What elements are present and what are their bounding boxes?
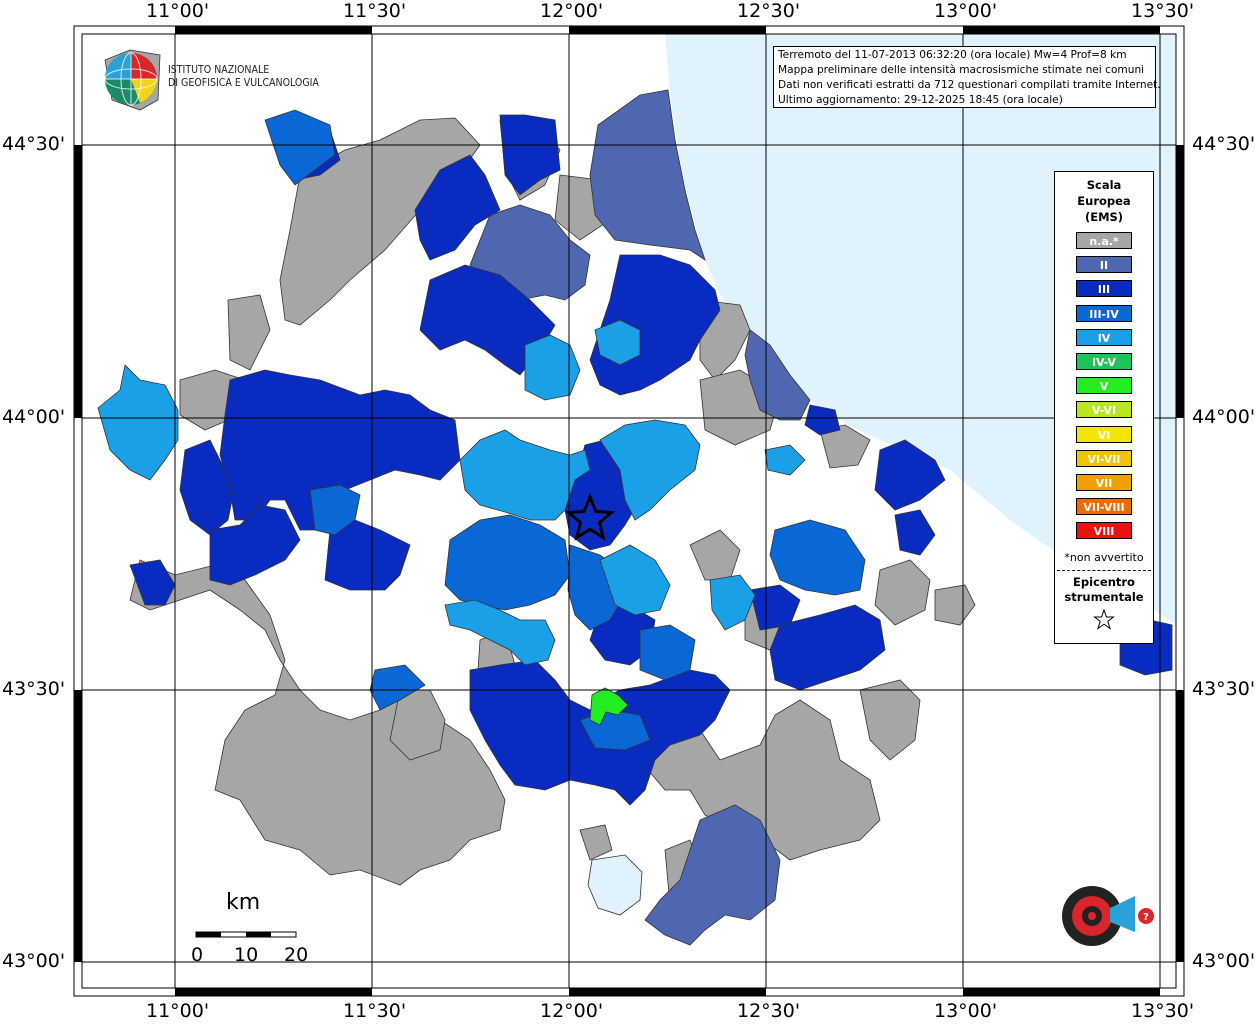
legend-swatch: VII [1076,473,1132,491]
institute-name: ISTITUTO NAZIONALE DI GEOFISICA E VULCAN… [168,64,319,90]
lon-label: 13°30' [1131,1000,1195,1022]
legend-swatch: n.a.* [1076,232,1132,249]
legend-swatch: VII-VIII [1076,498,1132,516]
event-info-line: Dati non verificati estratti da 712 ques… [778,79,1161,91]
legend-item: II [1055,256,1153,280]
legend-item: n.a.* [1055,232,1153,256]
star-icon [1093,608,1115,631]
legend-item: VI-VII [1055,449,1153,474]
lat-label: 43°30' [2,678,66,700]
lon-label: 12°00' [540,0,604,22]
globe-icon [104,52,158,106]
event-info-line: Terremoto del 11-07-2013 06:32:20 (ora l… [778,49,1127,61]
scale-tick: 20 [284,944,309,966]
lat-label: 44°30' [1192,133,1256,155]
scale-tick: 10 [234,944,259,966]
lat-label: 44°00' [1192,406,1256,428]
lon-label: 13°00' [934,1000,998,1022]
lat-label: 43°00' [1192,950,1256,972]
scale-bar: km 0 10 20 [190,890,310,970]
legend-swatch: II [1076,256,1132,274]
lon-label: 11°30' [343,0,407,22]
legend-swatch: VI-VII [1076,449,1132,467]
lon-label: 13°30' [1131,0,1195,22]
legend-swatch: IV [1076,328,1132,346]
legend-swatch: III [1076,280,1132,298]
legend-swatch: III-IV [1076,304,1132,322]
legend-item: III-IV [1055,304,1153,329]
lat-label: 44°00' [2,406,66,428]
lat-label: 43°00' [2,950,66,972]
legend-swatch: VIII [1076,522,1132,540]
legend-swatch: V-VI [1076,401,1132,419]
lon-label: 12°30' [737,0,801,22]
legend-item: IV [1055,328,1153,353]
event-info-box: Terremoto del 11-07-2013 06:32:20 (ora l… [773,46,1161,108]
legend-item: III [1055,280,1153,304]
scale-tick: 0 [191,944,204,966]
epicenter-legend-label: Epicentro strumentale [1064,575,1144,605]
event-info-line: Mappa preliminare delle intensità macros… [778,64,1145,76]
event-info-line: Ultimo aggiornamento: 29-12-2025 18:45 (… [778,94,1063,106]
institute-line1: ISTITUTO NAZIONALE [168,64,270,76]
haisentito-logo: ? [1030,860,1160,980]
svg-text:?: ? [1143,912,1149,923]
lon-label: 11°30' [343,1000,407,1022]
legend-item: IV-V [1055,352,1153,377]
lon-label: 13°00' [934,0,998,22]
legend-note: *non avvertito [1064,551,1144,565]
legend-item: VII-VIII [1055,498,1153,522]
lat-label: 44°30' [2,133,66,155]
legend-item: V-VI [1055,401,1153,425]
legend-swatch: VI [1076,425,1132,443]
lon-label: 11°00' [146,0,210,22]
lon-label: 11°00' [146,1000,210,1022]
lon-label: 12°30' [737,1000,801,1022]
legend-swatch: IV-V [1076,352,1132,370]
legend-item: V [1055,377,1153,401]
lat-label: 43°30' [1192,678,1256,700]
scale-unit: km [226,890,261,915]
institute-line2: DI GEOFISICA E VULCANOLOGIA [168,77,319,89]
legend-swatch: V [1076,377,1132,395]
lon-label: 12°00' [540,1000,604,1022]
legend-title: Scala Europea (EMS) [1077,178,1131,224]
legend-item: VII [1055,473,1153,498]
legend-item: VI [1055,425,1153,450]
legend-item: VIII [1055,522,1153,546]
intensity-legend: Scala Europea (EMS) n.a.* II III III-IV IV IV… [1054,171,1154,644]
